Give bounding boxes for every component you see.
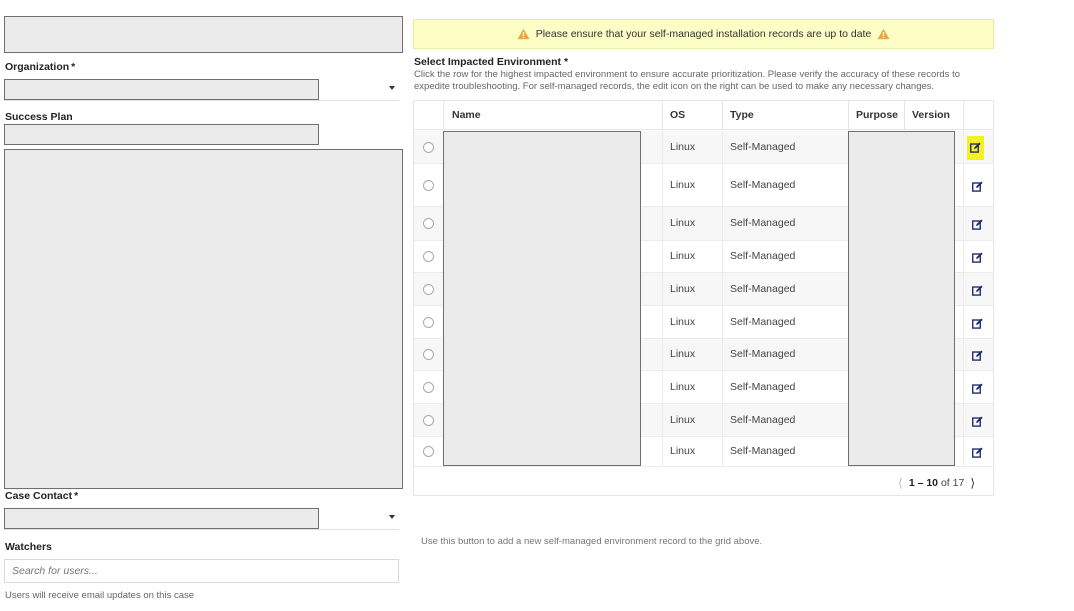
row-radio[interactable] [423, 414, 434, 426]
type-cell: Self-Managed [730, 217, 796, 229]
case-contact-select[interactable] [4, 508, 399, 530]
edit-icon[interactable] [971, 349, 984, 362]
organization-value [4, 79, 319, 100]
add-environment-note: Use this button to add a new self-manage… [421, 536, 763, 547]
organization-label: Organization * [5, 61, 76, 73]
success-plan-details [4, 149, 403, 489]
column-name[interactable]: Name [445, 101, 481, 130]
row-radio[interactable] [423, 446, 434, 457]
success-plan-label: Success Plan [5, 111, 73, 123]
row-radio[interactable] [423, 316, 434, 328]
os-cell: Linux [670, 315, 696, 328]
os-cell: Linux [670, 348, 696, 360]
grid-header: Name OS Type Purpose Version [414, 101, 993, 130]
chevron-left-icon[interactable]: ⟨ [898, 476, 903, 490]
os-cell: Linux [670, 250, 696, 262]
case-contact-label: Case Contact * [5, 490, 79, 502]
row-radio[interactable] [423, 283, 434, 295]
type-cell: Self-Managed [730, 140, 796, 153]
row-radio[interactable] [423, 179, 434, 191]
type-cell: Self-Managed [730, 282, 796, 295]
warning-icon [877, 28, 890, 40]
page-range: 1 – 10 [908, 477, 939, 489]
edit-icon[interactable] [971, 284, 984, 297]
type-cell: Self-Managed [730, 413, 796, 426]
page-total: 17 [952, 477, 965, 489]
edit-icon[interactable] [971, 251, 984, 264]
banner-text: Please ensure that your self-managed ins… [535, 28, 872, 40]
pager-of: of [940, 477, 950, 489]
os-cell: Linux [670, 178, 696, 191]
edit-icon[interactable] [971, 218, 984, 231]
type-cell: Self-Managed [730, 315, 796, 328]
pagination: ⟨ 1 – 10 of 17 ⟩ [898, 476, 975, 490]
edit-icon[interactable] [971, 446, 984, 459]
type-cell: Self-Managed [730, 348, 796, 360]
os-cell: Linux [670, 282, 696, 295]
type-cell: Self-Managed [730, 380, 796, 393]
edit-icon[interactable] [971, 382, 984, 395]
environment-section-title: Select Impacted Environment * [414, 56, 569, 68]
row-radio[interactable] [423, 251, 434, 262]
watchers-label: Watchers [5, 541, 52, 553]
warning-banner: Please ensure that your self-managed ins… [413, 19, 994, 49]
os-cell: Linux [670, 380, 696, 393]
chevron-down-icon[interactable] [389, 515, 395, 519]
chevron-down-icon[interactable] [389, 86, 395, 90]
case-contact-value [4, 508, 319, 529]
watchers-search-input[interactable] [4, 559, 399, 583]
column-version[interactable]: Version [905, 101, 950, 130]
row-radio[interactable] [423, 218, 434, 229]
os-cell: Linux [670, 445, 696, 457]
row-radio[interactable] [423, 141, 434, 153]
edit-icon[interactable] [971, 180, 984, 193]
edit-icon[interactable] [971, 415, 984, 428]
organization-select[interactable] [4, 79, 399, 101]
environment-grid: Name OS Type Purpose Version Linux Self-M… [413, 100, 994, 496]
chevron-right-icon[interactable]: ⟩ [970, 476, 975, 490]
os-cell: Linux [670, 140, 696, 153]
type-cell: Self-Managed [730, 250, 796, 262]
os-cell: Linux [670, 217, 696, 229]
column-type[interactable]: Type [723, 101, 754, 130]
redacted-field [4, 16, 403, 53]
warning-icon [517, 28, 530, 40]
edit-icon[interactable] [971, 317, 984, 330]
type-cell: Self-Managed [730, 178, 796, 191]
success-plan-field[interactable] [4, 124, 319, 145]
row-radio[interactable] [423, 349, 434, 360]
environment-instructions: Click the row for the highest impacted e… [414, 69, 960, 92]
column-purpose[interactable]: Purpose [849, 101, 898, 130]
edit-icon[interactable] [967, 135, 984, 160]
watchers-help-text: Users will receive email updates on this… [5, 590, 195, 601]
redacted-name-column [443, 131, 641, 466]
row-radio[interactable] [423, 381, 434, 393]
redacted-purpose-version-column [848, 131, 955, 466]
os-cell: Linux [670, 413, 696, 426]
type-cell: Self-Managed [730, 445, 796, 457]
column-os[interactable]: OS [663, 101, 685, 130]
